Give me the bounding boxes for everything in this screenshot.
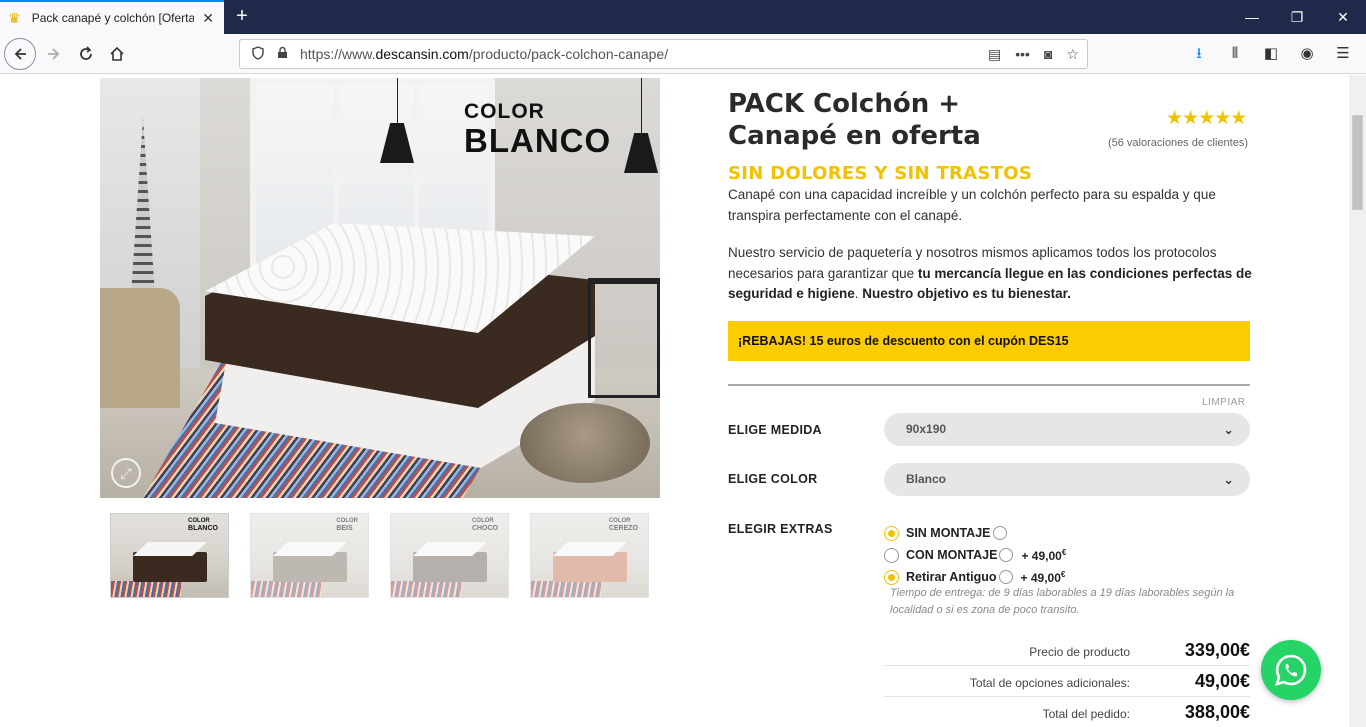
page-scrollbar[interactable] xyxy=(1349,75,1366,727)
hero-color-name: BLANCO xyxy=(464,122,612,159)
thumbnail-blanco[interactable]: COLOR BLANCO xyxy=(110,513,229,598)
size-label: ELIGE MEDIDA xyxy=(728,423,822,437)
lamp-decoration xyxy=(624,133,658,173)
totals-row: Total del pedido: 388,00€ xyxy=(1042,702,1250,722)
restore-window-button[interactable]: ❐ xyxy=(1274,0,1320,34)
forward-button[interactable] xyxy=(38,38,70,70)
new-tab-button[interactable]: + xyxy=(230,4,254,28)
download-icon[interactable]: ⭳ xyxy=(1184,38,1214,70)
delivery-note: Tiempo de entrega: de 9 días laborables … xyxy=(890,587,1235,616)
home-button[interactable] xyxy=(101,38,133,70)
more-actions-icon[interactable]: ••• xyxy=(1015,46,1030,63)
shipping-description: Nuestro servicio de paquetería y nosotro… xyxy=(728,245,1252,301)
back-button[interactable] xyxy=(4,38,36,70)
home-icon xyxy=(110,46,124,61)
browser-tab-bar: ♛ Pack canapé y colchón [Oferta ✕ + — ❐ … xyxy=(0,0,1366,34)
radio-unselected[interactable] xyxy=(998,570,1013,584)
arrow-right-icon xyxy=(48,48,60,60)
thumb-mattress xyxy=(273,552,347,582)
color-label: ELIGE COLOR xyxy=(728,472,818,486)
sidebar-icon[interactable]: ◧ xyxy=(1256,38,1286,70)
scrollbar-thumb[interactable] xyxy=(1352,115,1363,210)
reload-icon xyxy=(80,46,92,60)
site-favicon-icon: ♛ xyxy=(8,10,21,26)
reviews-count[interactable]: (56 valoraciones de clientes) xyxy=(1060,137,1248,149)
address-bar[interactable]: https://www.descansin.com/producto/pack-… xyxy=(239,39,1088,69)
product-title: PACK Colchón + Canapé en oferta xyxy=(728,89,981,151)
thumbnail-gallery: COLOR BLANCO COLOR BEIS COLOR CHOCO COLOR CE… xyxy=(110,513,649,598)
active-tab[interactable]: ♛ Pack canapé y colchón [Oferta ✕ xyxy=(0,0,224,34)
account-icon[interactable]: ◉ xyxy=(1292,38,1322,70)
lock-icon[interactable] xyxy=(272,46,292,62)
extra-option-sin-montaje[interactable]: SIN MONTAJE xyxy=(884,522,1066,544)
chevron-down-icon: ⌄ xyxy=(1223,472,1234,487)
pouf-decoration xyxy=(520,403,650,483)
thumb-mattress xyxy=(413,552,487,582)
promo-banner: ¡REBAJAS! 15 euros de descuento con el c… xyxy=(728,321,1250,361)
minimize-window-button[interactable]: — xyxy=(1229,0,1275,34)
extra-price: + 49,00€ xyxy=(1021,547,1067,563)
shield-icon[interactable] xyxy=(248,45,268,63)
side-table-decoration xyxy=(588,278,660,398)
size-select[interactable]: 90x190 ⌄ xyxy=(884,413,1250,446)
product-subtitle: SIN DOLORES Y SIN TRASTOS xyxy=(728,163,1033,184)
thumbnail-cerezo[interactable]: COLOR CEREZO xyxy=(530,513,649,598)
product-main-image[interactable]: COLOR BLANCO ⤢ xyxy=(100,78,660,498)
zoom-icon[interactable]: ⤢ xyxy=(111,458,141,488)
whatsapp-icon xyxy=(1275,654,1307,686)
menu-icon[interactable]: ☰ xyxy=(1328,38,1358,70)
radio-selected[interactable] xyxy=(884,525,899,541)
radio-selected[interactable] xyxy=(884,569,899,585)
thumb-mattress xyxy=(133,552,207,582)
close-window-button[interactable]: ✕ xyxy=(1320,0,1366,34)
thumb-mattress xyxy=(553,552,627,582)
hero-color-label: COLOR xyxy=(464,100,545,123)
color-select[interactable]: Blanco ⌄ xyxy=(884,463,1250,496)
whatsapp-chat-button[interactable] xyxy=(1261,640,1321,700)
reload-button[interactable] xyxy=(70,38,102,70)
radio-unselected[interactable] xyxy=(992,526,1007,540)
reader-view-icon[interactable]: ▤ xyxy=(988,46,1001,63)
web-page: COLOR BLANCO ⤢ COLOR BLANCO COLOR BEIS COL… xyxy=(0,75,1366,727)
browser-toolbar: https://www.descansin.com/producto/pack-… xyxy=(0,34,1366,74)
extra-price: + 49,00€ xyxy=(1020,569,1066,585)
library-icon[interactable]: ⫴ xyxy=(1220,38,1250,70)
close-tab-icon[interactable]: ✕ xyxy=(200,10,216,27)
tab-title: Pack canapé y colchón [Oferta xyxy=(31,11,195,25)
clear-options-link[interactable]: LIMPIAR xyxy=(1202,397,1246,408)
radio-unselected[interactable] xyxy=(884,547,899,563)
arrow-left-icon xyxy=(14,48,26,60)
pocket-icon[interactable]: ◙ xyxy=(1044,46,1052,63)
thumbnail-choco[interactable]: COLOR CHOCO xyxy=(390,513,509,598)
extras-label: ELEGIR EXTRAS xyxy=(728,522,833,536)
divider xyxy=(728,384,1250,386)
url-text[interactable]: https://www.descansin.com/producto/pack-… xyxy=(296,46,988,62)
product-description: Canapé con una capacidad increíble y un … xyxy=(728,187,1216,223)
chevron-down-icon: ⌄ xyxy=(1223,422,1234,437)
extra-option-con-montaje[interactable]: CON MONTAJE + 49,00€ xyxy=(884,544,1066,566)
bookmark-star-icon[interactable]: ☆ xyxy=(1066,46,1079,63)
radio-unselected[interactable] xyxy=(999,548,1014,562)
rating-stars[interactable]: ★★★★★ xyxy=(1166,107,1247,130)
thumbnail-beis[interactable]: COLOR BEIS xyxy=(250,513,369,598)
order-totals: Precio de producto 339,00€ Total de opcio… xyxy=(884,635,1250,727)
totals-row: Total de opciones adicionales: 49,00€ xyxy=(884,666,1250,697)
extras-options: SIN MONTAJE CON MONTAJE + 49,00€ Retirar… xyxy=(884,522,1066,588)
totals-row: Precio de producto 339,00€ xyxy=(884,635,1250,666)
chair-decoration xyxy=(100,288,180,408)
